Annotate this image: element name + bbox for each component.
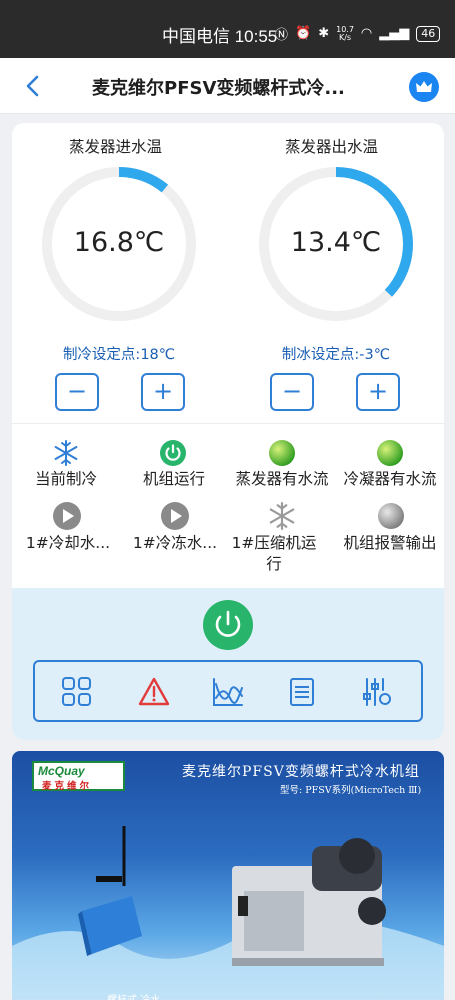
alarm-icon[interactable] <box>137 676 171 708</box>
status-label-cooling-water: 1#冷却水... <box>25 534 111 552</box>
power-button[interactable] <box>203 600 253 650</box>
cooling-setpoint-decrease-button[interactable]: − <box>55 373 99 411</box>
status-label-unit-running: 机组运行 <box>142 470 205 488</box>
carrier-time: 中国电信 10:55 <box>162 27 278 46</box>
nfc-icon: Ⓝ <box>275 28 289 43</box>
header-bar: 麦克维尔PFSV变频螺杆式冷... <box>0 58 455 114</box>
divider <box>12 423 444 424</box>
chiller-product-image <box>12 826 444 996</box>
banner-subtitle: 型号: PFSV系列(MicroTech Ⅲ) <box>280 785 422 796</box>
ice-setpoint-decrease-button[interactable]: − <box>270 373 314 411</box>
gauge-value-inlet: 16.8℃ <box>73 227 165 258</box>
back-arrow-icon[interactable] <box>22 74 44 98</box>
status-label-compressor: 1#压缩机运行 <box>231 534 317 573</box>
status-label-cond-flow: 冷凝器有水流 <box>343 470 437 488</box>
snowflake-icon <box>54 440 78 466</box>
status-label-chilled-water: 1#冷冻水... <box>132 534 218 552</box>
cooling-setpoint-increase-button[interactable]: + <box>141 373 185 411</box>
function-toolbar <box>33 660 423 722</box>
list-icon[interactable] <box>285 676 319 708</box>
device-card: 蒸发器进水温 16.8℃ 制冷设定点:18℃ − + 蒸发器出水温 13.4℃ … <box>12 123 444 740</box>
bluetooth-icon: ✱ <box>318 26 330 41</box>
ice-setpoint-increase-button[interactable]: + <box>356 373 400 411</box>
signal-icon: ▂▄▆ <box>379 26 410 41</box>
gauge-value-outlet: 13.4℃ <box>290 227 382 258</box>
status-icons: Ⓝ ⏰ ✱ 10.7 K/s ◠ ▂▄▆ 46 <box>275 24 441 43</box>
wifi-icon: ◠ <box>360 26 373 41</box>
power-icon <box>160 440 186 466</box>
net-speed: 10.7 K/s <box>336 24 354 42</box>
power-icon <box>215 610 241 637</box>
settings-icon[interactable] <box>360 676 394 708</box>
brand-logo: McQuay 麦克维尔 <box>32 761 125 792</box>
gauge-title-outlet: 蒸发器出水温 <box>285 138 379 156</box>
status-label-cooling: 当前制冷 <box>34 470 97 488</box>
status-label-evap-flow: 蒸发器有水流 <box>235 470 329 488</box>
grid-icon[interactable] <box>60 676 94 708</box>
chart-icon[interactable] <box>211 676 245 708</box>
status-label-alarm-output: 机组报警输出 <box>343 534 437 552</box>
play-icon <box>161 502 189 530</box>
status-bar: 中国电信 10:55 Ⓝ ⏰ ✱ 10.7 K/s ◠ ▂▄▆ 46 <box>0 0 455 58</box>
product-banner[interactable]: McQuay 麦克维尔 麦克维尔PFSV变频螺杆式冷水机组 型号: PFSV系列… <box>12 751 444 1000</box>
alarm-clock-icon: ⏰ <box>295 26 312 41</box>
setpoint-ice[interactable]: 制冰设定点:-3℃ <box>236 343 436 364</box>
banner-caption: …………………… 螺杆式 冷水 …… <box>24 991 184 1000</box>
banner-title: 麦克维尔PFSV变频螺杆式冷水机组 <box>182 764 420 780</box>
gauge-title-inlet: 蒸发器进水温 <box>69 138 163 156</box>
setpoint-cooling[interactable]: 制冷设定点:18℃ <box>19 343 219 364</box>
play-icon <box>53 502 81 530</box>
page-title: 麦克维尔PFSV变频螺杆式冷... <box>92 78 345 99</box>
snowflake-icon <box>269 502 295 530</box>
green-dot-icon <box>377 440 403 466</box>
battery-icon: 46 <box>416 25 441 42</box>
crown-icon[interactable] <box>409 72 439 102</box>
gray-dot-icon <box>378 503 404 529</box>
green-dot-icon <box>269 440 295 466</box>
